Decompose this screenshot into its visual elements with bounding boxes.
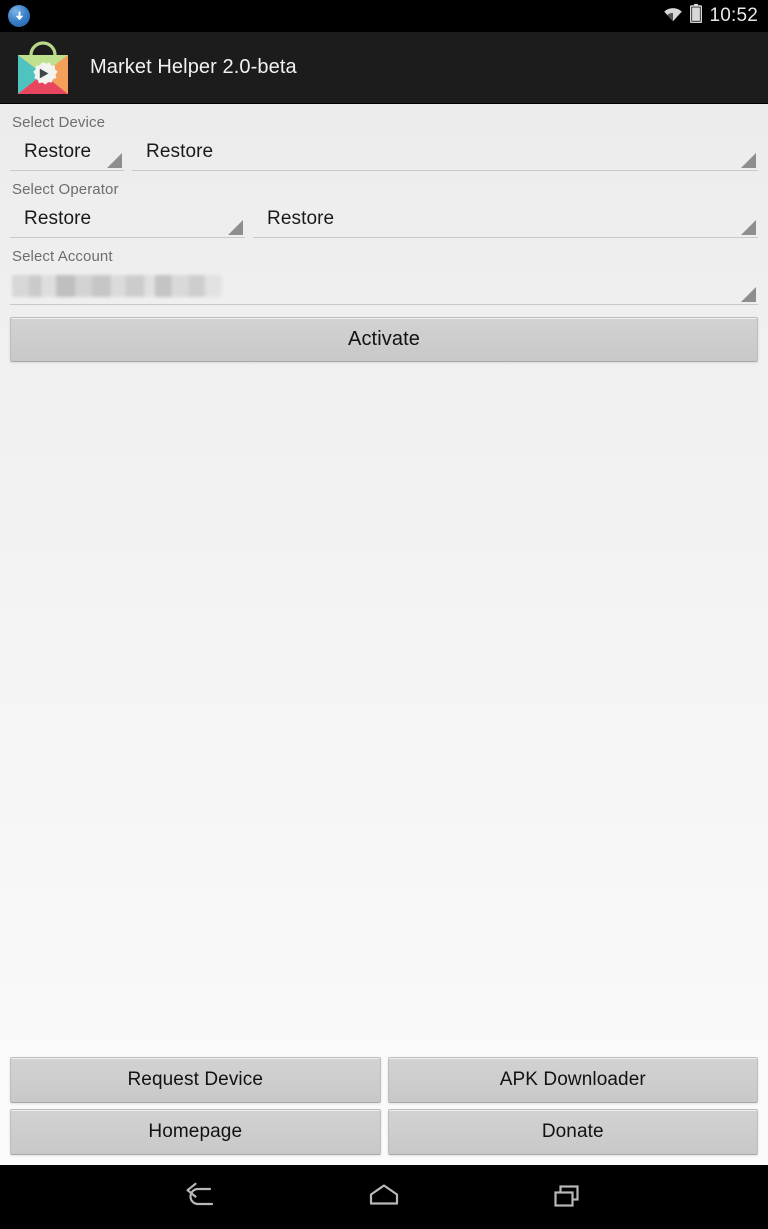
- android-screen: 10:52 Market Helper 2.0-beta Select Devi…: [0, 0, 768, 1229]
- chevron-down-icon: [741, 220, 756, 235]
- select-operator-label: Select Operator: [12, 181, 119, 198]
- bottom-button-grid: Request Device APK Downloader Homepage D…: [10, 1057, 758, 1165]
- play-store-gear-icon: [14, 40, 72, 96]
- chevron-down-icon: [741, 153, 756, 168]
- device-model-spinner[interactable]: Restore: [132, 133, 758, 171]
- download-arrow-icon: [8, 5, 30, 27]
- device-brand-spinner[interactable]: Restore: [10, 133, 124, 171]
- request-device-button[interactable]: Request Device: [10, 1057, 381, 1103]
- operator-carrier-value: Restore: [267, 208, 335, 229]
- device-brand-value: Restore: [24, 141, 92, 162]
- navigation-bar: [0, 1165, 768, 1229]
- device-spinner-row: Restore Restore: [10, 133, 758, 171]
- status-bar-clock: 10:52: [709, 5, 758, 26]
- chevron-down-icon: [228, 220, 243, 235]
- main-content: Select Device Restore Restore Select Ope…: [0, 104, 768, 1165]
- chevron-down-icon: [107, 153, 122, 168]
- operator-spinner-row: Restore Restore: [10, 200, 758, 238]
- operator-carrier-spinner[interactable]: Restore: [253, 200, 758, 238]
- wifi-icon: [663, 6, 683, 27]
- chevron-down-icon: [741, 287, 756, 302]
- homepage-button[interactable]: Homepage: [10, 1109, 381, 1155]
- account-spinner[interactable]: [10, 267, 758, 305]
- account-spinner-row: [10, 267, 758, 305]
- account-value-redacted: [12, 274, 222, 297]
- action-bar: Market Helper 2.0-beta: [0, 32, 768, 104]
- operator-country-value: Restore: [24, 208, 92, 229]
- battery-icon: [690, 4, 703, 28]
- activate-button[interactable]: Activate: [10, 317, 758, 362]
- donate-button[interactable]: Donate: [387, 1109, 758, 1155]
- apk-downloader-button[interactable]: APK Downloader: [387, 1057, 758, 1103]
- select-device-label: Select Device: [12, 114, 106, 131]
- status-bar: 10:52: [0, 0, 768, 32]
- device-model-value: Restore: [146, 141, 214, 162]
- status-bar-notifications: [8, 5, 30, 27]
- status-bar-system-icons: 10:52: [663, 4, 758, 28]
- operator-country-spinner[interactable]: Restore: [10, 200, 245, 238]
- back-icon[interactable]: [165, 1165, 237, 1229]
- select-account-label: Select Account: [12, 248, 113, 265]
- recents-icon[interactable]: [531, 1165, 603, 1229]
- app-title: Market Helper 2.0-beta: [90, 56, 297, 78]
- home-icon[interactable]: [348, 1165, 420, 1229]
